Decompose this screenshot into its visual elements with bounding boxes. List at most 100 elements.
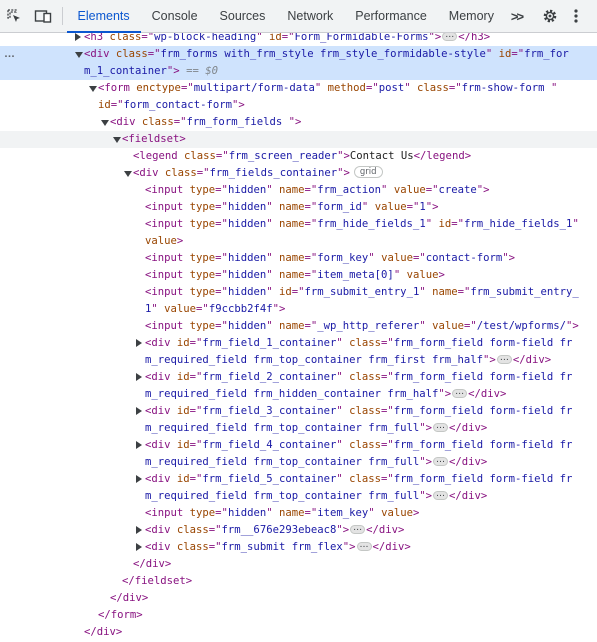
dom-node-row[interactable]: <form enctype="multipart/form-data" meth… (0, 80, 597, 97)
dom-node-row[interactable]: </div> (0, 556, 597, 573)
dom-node-row[interactable]: <input type="hidden" name="frm_hide_fiel… (0, 216, 597, 233)
tag-token: " (336, 371, 350, 383)
dom-node-row[interactable]: m_1_container"> == $0 (0, 63, 597, 80)
tag-token: "> (342, 541, 356, 553)
tag-token: =" (511, 48, 525, 60)
dom-node-row[interactable]: m_required_field frm_top_container frm_f… (0, 454, 597, 471)
dom-node-row[interactable]: <div class="frm_form_fields "> (0, 114, 597, 131)
tag-token: " (404, 82, 417, 94)
dom-node-row[interactable]: <h3 class="wp-block-heading" id="Form_Fo… (0, 33, 597, 46)
node-actions-ellipsis-icon[interactable]: … (4, 46, 16, 63)
dom-node-row[interactable]: id="form_contact-form"> (0, 97, 597, 114)
collapse-triangle-icon[interactable] (101, 120, 109, 126)
collapsed-children-ellipsis[interactable]: … (433, 421, 449, 432)
tag-token: <div (145, 524, 177, 536)
dom-node-row[interactable]: <input type="hidden" name="frm_action" v… (0, 182, 597, 199)
dom-node-row[interactable]: … <div class="frm_forms with_frm_style fr… (0, 46, 597, 63)
dom-node-row[interactable]: <div class="frm__676e293ebeac8">… </div> (0, 522, 597, 539)
collapsed-children-ellipsis[interactable]: … (350, 523, 366, 534)
collapsed-children-ellipsis[interactable]: … (496, 353, 512, 364)
tab-sources[interactable]: Sources (209, 0, 277, 32)
dom-node-row[interactable]: m_required_field frm_top_container frm_f… (0, 420, 597, 437)
collapse-triangle-icon[interactable] (89, 86, 97, 92)
expand-triangle-icon[interactable] (136, 373, 142, 381)
dom-node-row[interactable]: <input type="hidden" name="form_id" valu… (0, 199, 597, 216)
collapse-triangle-icon[interactable] (113, 137, 121, 143)
dom-node-row[interactable]: <fieldset> (0, 131, 597, 148)
expand-triangle-icon[interactable] (136, 441, 142, 449)
tab-memory[interactable]: Memory (438, 0, 505, 32)
dom-node-row[interactable]: <div class="frm_fields_container"> grid (0, 165, 597, 182)
dom-node-row[interactable]: m_required_field frm_top_container frm_f… (0, 352, 597, 369)
collapsed-children-ellipsis[interactable]: … (442, 33, 458, 41)
tab-elements[interactable]: Elements (66, 0, 141, 33)
dom-node-row[interactable]: <div id="frm_field_3_container" class="f… (0, 403, 597, 420)
node-markup: <div class="frm_fields_container"> grid (133, 165, 383, 182)
dom-node-row[interactable]: </div> (0, 590, 597, 607)
attr-value: frm_field_4_container (202, 439, 337, 451)
collapsed-children-ellipsis[interactable]: … (356, 540, 372, 551)
more-tabs-icon[interactable]: >> (505, 0, 528, 32)
dom-node-row[interactable]: <legend class="frm_screen_reader">Contac… (0, 148, 597, 165)
attr-name: type (189, 218, 216, 230)
dom-node-row[interactable]: <input type="hidden" name="item_key" val… (0, 505, 597, 522)
attr-name: value (393, 184, 426, 196)
dom-node-row[interactable]: <input type="hidden" name="_wp_http_refe… (0, 318, 597, 335)
node-markup: <div id="frm_field_3_container" class="f… (145, 403, 572, 420)
expand-triangle-icon[interactable] (136, 339, 142, 347)
dom-node-row[interactable]: <input type="hidden" name="item_meta[0]"… (0, 267, 597, 284)
tag-token: =" (412, 252, 426, 264)
dom-node-row[interactable]: <div id="frm_field_5_container" class="f… (0, 471, 597, 488)
device-toolbar-icon[interactable] (29, 0, 58, 32)
dom-node-row[interactable]: <div class="frm_submit frm_flex">… </div> (0, 539, 597, 556)
dom-node-row[interactable]: m_required_field frm_top_container frm_f… (0, 488, 597, 505)
collapsed-children-ellipsis[interactable]: … (433, 489, 449, 500)
dom-node-row[interactable]: m_required_field frm_hidden_container fr… (0, 386, 597, 403)
dom-node-row[interactable]: <div id="frm_field_2_container" class="f… (0, 369, 597, 386)
expand-triangle-icon[interactable] (136, 543, 142, 551)
expand-triangle-icon[interactable] (136, 526, 142, 534)
dom-node-row[interactable]: </form> (0, 607, 597, 624)
tag-token: " (266, 286, 279, 298)
settings-gear-icon[interactable] (537, 8, 563, 24)
collapsed-children-ellipsis[interactable]: … (452, 387, 468, 398)
tab-performance[interactable]: Performance (344, 0, 438, 32)
dom-node-row[interactable]: <div id="frm_field_4_container" class="f… (0, 437, 597, 454)
collapse-triangle-icon[interactable] (124, 171, 132, 177)
tab-network[interactable]: Network (276, 0, 344, 32)
attr-name: name (278, 320, 305, 332)
attr-value: hidden (227, 201, 267, 213)
attr-name: value (374, 201, 407, 213)
attr-value: frm_field_3_container (202, 405, 337, 417)
collapsed-children-ellipsis[interactable]: … (433, 455, 449, 466)
grid-badge[interactable]: grid (353, 166, 383, 178)
tag-token: " (550, 82, 558, 94)
attr-name: id (498, 48, 512, 60)
inspect-element-icon[interactable] (0, 0, 29, 32)
expand-triangle-icon[interactable] (75, 33, 81, 41)
attr-name: type (189, 184, 216, 196)
dom-node-row[interactable]: <input type="hidden" id="frm_submit_entr… (0, 284, 597, 301)
dom-node-row[interactable]: </div> (0, 624, 597, 641)
node-markup: <div class="frm_form_fields "> (110, 114, 301, 131)
dom-node-row[interactable]: value> (0, 233, 597, 250)
tag-token: " (336, 405, 350, 417)
node-markup: </form> (98, 607, 143, 624)
attr-name: type (189, 269, 216, 281)
attr-name: id (278, 286, 292, 298)
dom-node-row[interactable]: </fieldset> (0, 573, 597, 590)
tag-token: =" (215, 252, 228, 264)
dom-node-row[interactable]: 1" value="f9ccbb2f4f"> (0, 301, 597, 318)
collapse-triangle-icon[interactable] (75, 52, 83, 58)
expand-triangle-icon[interactable] (136, 407, 142, 415)
dom-node-row[interactable]: <input type="hidden" name="form_key" val… (0, 250, 597, 267)
tag-token: =" (189, 439, 203, 451)
expand-triangle-icon[interactable] (136, 475, 142, 483)
tag-token: "> (231, 99, 245, 111)
tag-token: <h3 (84, 33, 110, 43)
tag-token: </fieldset> (122, 575, 193, 587)
kebab-menu-icon[interactable] (563, 8, 589, 24)
tab-console[interactable]: Console (141, 0, 209, 32)
dom-node-row[interactable]: <div id="frm_field_1_container" class="f… (0, 335, 597, 352)
tag-token: " (393, 269, 407, 281)
